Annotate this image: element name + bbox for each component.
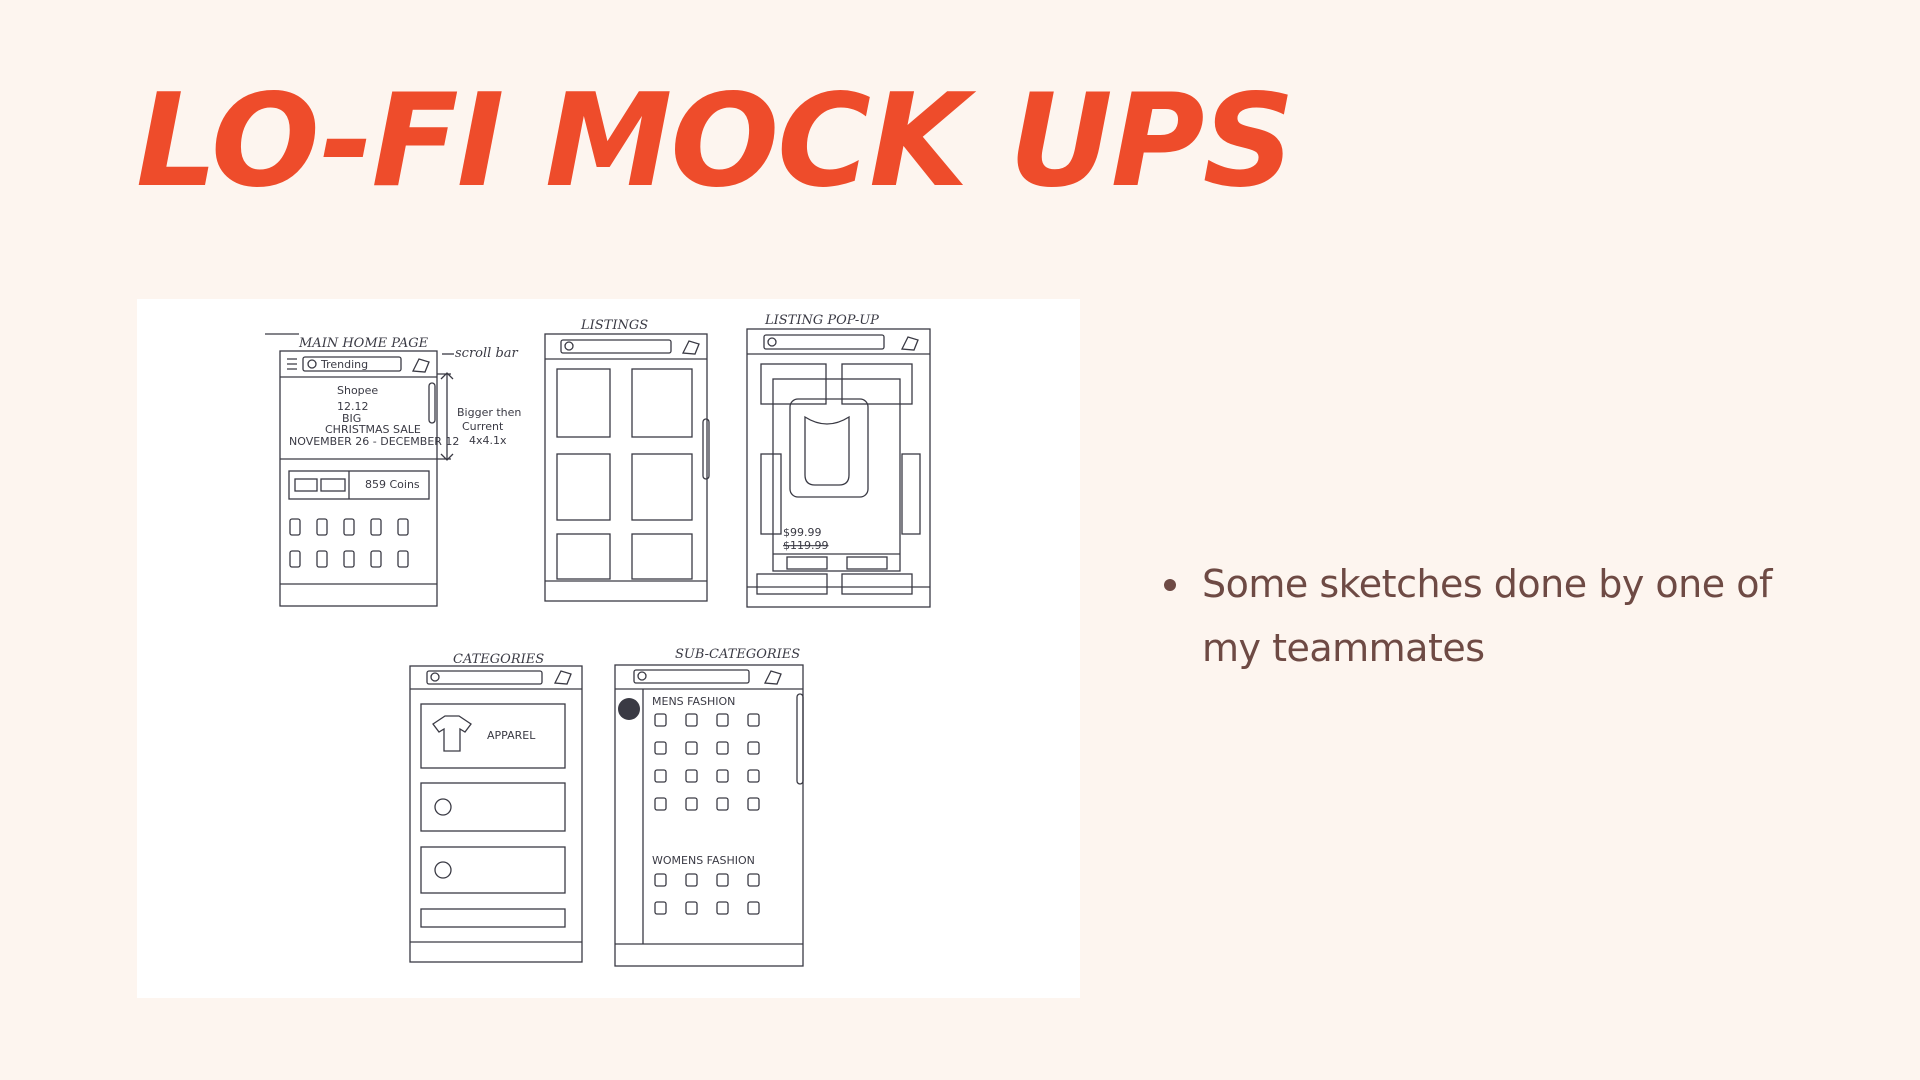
mens-fashion-text: MENS FASHION <box>652 695 735 708</box>
sketch-thumbnail <box>747 901 760 915</box>
womens-fashion-text: WOMENS FASHION <box>652 854 755 867</box>
sketch-thumbnail <box>654 873 667 887</box>
sketch-main-home: MAIN HOME PAGE Trending Shopee 12.12 BIG… <box>265 333 521 607</box>
sketch-thumbnail <box>685 873 698 887</box>
sketch-thumbnail <box>316 518 328 536</box>
sketch-thumbnail <box>747 769 760 783</box>
bullet-list: Some sketches done by one of my teammate… <box>1164 552 1804 680</box>
sketch-thumbnail <box>289 518 301 536</box>
sketch-thumbnail <box>747 713 760 727</box>
sketch-sub-categories: SUB-CATEGORIES MENS FASHION WOMENS FASHI… <box>614 647 804 967</box>
sketch-listings: LISTINGS <box>544 318 710 602</box>
banner-line-1: Shopee <box>337 384 378 397</box>
sketch-thumbnail <box>397 518 409 536</box>
label-main-home: MAIN HOME PAGE <box>298 336 429 351</box>
label-listings: LISTINGS <box>580 318 648 333</box>
sketch-thumbnail <box>747 797 760 811</box>
sketch-thumbnail <box>654 713 667 727</box>
search-text: Trending <box>320 358 368 371</box>
label-sub-categories: SUB-CATEGORIES <box>675 647 800 662</box>
sketch-thumbnail <box>685 797 698 811</box>
price-text: $99.99 <box>783 526 822 539</box>
sketch-thumbnail <box>716 741 729 755</box>
sketch-thumbnail <box>654 797 667 811</box>
bullet-item: Some sketches done by one of my teammate… <box>1164 552 1804 680</box>
annotation-current: Current <box>462 420 504 433</box>
annotation-size: 4x4.1x <box>469 434 507 447</box>
coins-text: 859 Coins <box>365 478 420 491</box>
sketch-thumbnail <box>716 713 729 727</box>
sketch-thumbnail <box>716 873 729 887</box>
sketch-thumbnail <box>685 901 698 915</box>
sketch-thumbnail <box>654 769 667 783</box>
label-listing-popup: LISTING POP-UP <box>764 313 879 328</box>
sketch-thumbnail <box>397 550 409 568</box>
old-price-text: $119.99 <box>783 539 829 552</box>
sketch-thumbnail <box>716 797 729 811</box>
sketch-thumbnail <box>685 769 698 783</box>
sketch-thumbnail <box>654 901 667 915</box>
sketch-categories: CATEGORIES APPAREL <box>409 652 583 963</box>
sketch-listing-popup: LISTING POP-UP $99.99 $119.99 <box>746 313 931 608</box>
bullet-dot <box>1164 579 1176 591</box>
annotation-bigger: Bigger then <box>457 406 521 419</box>
label-categories: CATEGORIES <box>453 652 544 667</box>
sketch-thumbnail <box>747 741 760 755</box>
sketch-thumbnail <box>370 518 382 536</box>
sketch-thumbnail <box>716 901 729 915</box>
sketch-image: MAIN HOME PAGE Trending Shopee 12.12 BIG… <box>137 299 1080 998</box>
slide-title: LO-FI MOCK UPS <box>136 67 1295 216</box>
bullet-text: Some sketches done by one of my teammate… <box>1202 562 1772 670</box>
sketch-thumbnail <box>343 550 355 568</box>
apparel-text: APPAREL <box>487 729 536 742</box>
sketch-thumbnail <box>316 550 328 568</box>
annotation-scroll-bar: scroll bar <box>455 346 519 361</box>
sketch-thumbnail <box>747 873 760 887</box>
banner-line-5: NOVEMBER 26 - DECEMBER 12 <box>289 435 459 448</box>
sketch-thumbnail <box>289 550 301 568</box>
sketch-thumbnail <box>716 769 729 783</box>
sketch-thumbnail <box>654 741 667 755</box>
sketch-thumbnail <box>370 550 382 568</box>
lofi-sketches: MAIN HOME PAGE Trending Shopee 12.12 BIG… <box>265 313 931 967</box>
sketch-thumbnail <box>685 713 698 727</box>
sketch-thumbnail <box>685 741 698 755</box>
sketch-thumbnail <box>343 518 355 536</box>
